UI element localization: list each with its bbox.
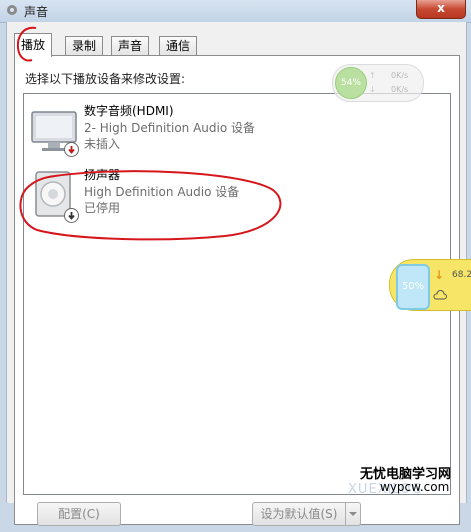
- title-bar: 声音 x: [0, 0, 471, 23]
- disabled-badge: [64, 208, 79, 223]
- upload-arrow-icon: ↑: [369, 71, 376, 80]
- device-status: 未插入: [84, 137, 121, 151]
- download-arrow-icon: ↓: [369, 85, 376, 94]
- set-default-button[interactable]: 设为默认值(S): [252, 502, 346, 526]
- down-arrow-icon: [68, 212, 75, 220]
- cloud-icon: [433, 290, 447, 300]
- close-button[interactable]: x: [416, 0, 466, 19]
- upload-speed: 0K/s: [391, 71, 409, 80]
- tab-playback[interactable]: 播放: [14, 33, 53, 57]
- device-list[interactable]: 数字音频(HDMI) 2- High Definition Audio 设备 未…: [23, 93, 451, 495]
- sound-settings-icon: [7, 5, 17, 15]
- network-speed-widget[interactable]: 54% ↑ 0K/s ↓ 0K/s: [332, 64, 424, 102]
- unplugged-badge: [64, 142, 79, 157]
- device-name: 扬声器: [84, 168, 121, 182]
- device-item-speakers[interactable]: 扬声器 High Definition Audio 设备 已停用: [24, 164, 450, 230]
- download-arrow-icon: ↓: [434, 268, 445, 282]
- configure-button[interactable]: 配置(C): [37, 502, 121, 526]
- device-name: 数字音频(HDMI): [84, 104, 174, 118]
- tab-recording[interactable]: 录制: [65, 36, 104, 56]
- widget-speed: 68.2: [452, 270, 471, 280]
- tab-communications[interactable]: 通信: [159, 36, 198, 56]
- watermark-url: wypcw.com: [380, 480, 450, 494]
- device-item-hdmi[interactable]: 数字音频(HDMI) 2- High Definition Audio 设备 未…: [24, 100, 450, 166]
- set-default-dropdown[interactable]: [345, 502, 361, 526]
- device-status: 已停用: [84, 201, 121, 215]
- phone-percent: 50%: [396, 264, 430, 310]
- window-title: 声音: [24, 5, 49, 19]
- device-description: High Definition Audio 设备: [84, 185, 240, 199]
- instruction-text: 选择以下播放设备来修改设置:: [25, 72, 186, 86]
- net-usage-percent: 54%: [335, 67, 367, 99]
- download-speed: 0K/s: [391, 85, 409, 94]
- down-arrow-red-icon: [68, 146, 75, 154]
- tab-sounds[interactable]: 声音: [111, 36, 150, 56]
- device-description: 2- High Definition Audio 设备: [84, 121, 256, 135]
- floating-accelerator-widget[interactable]: 50% ↓ 68.2: [389, 259, 471, 311]
- chevron-down-icon: [349, 512, 357, 516]
